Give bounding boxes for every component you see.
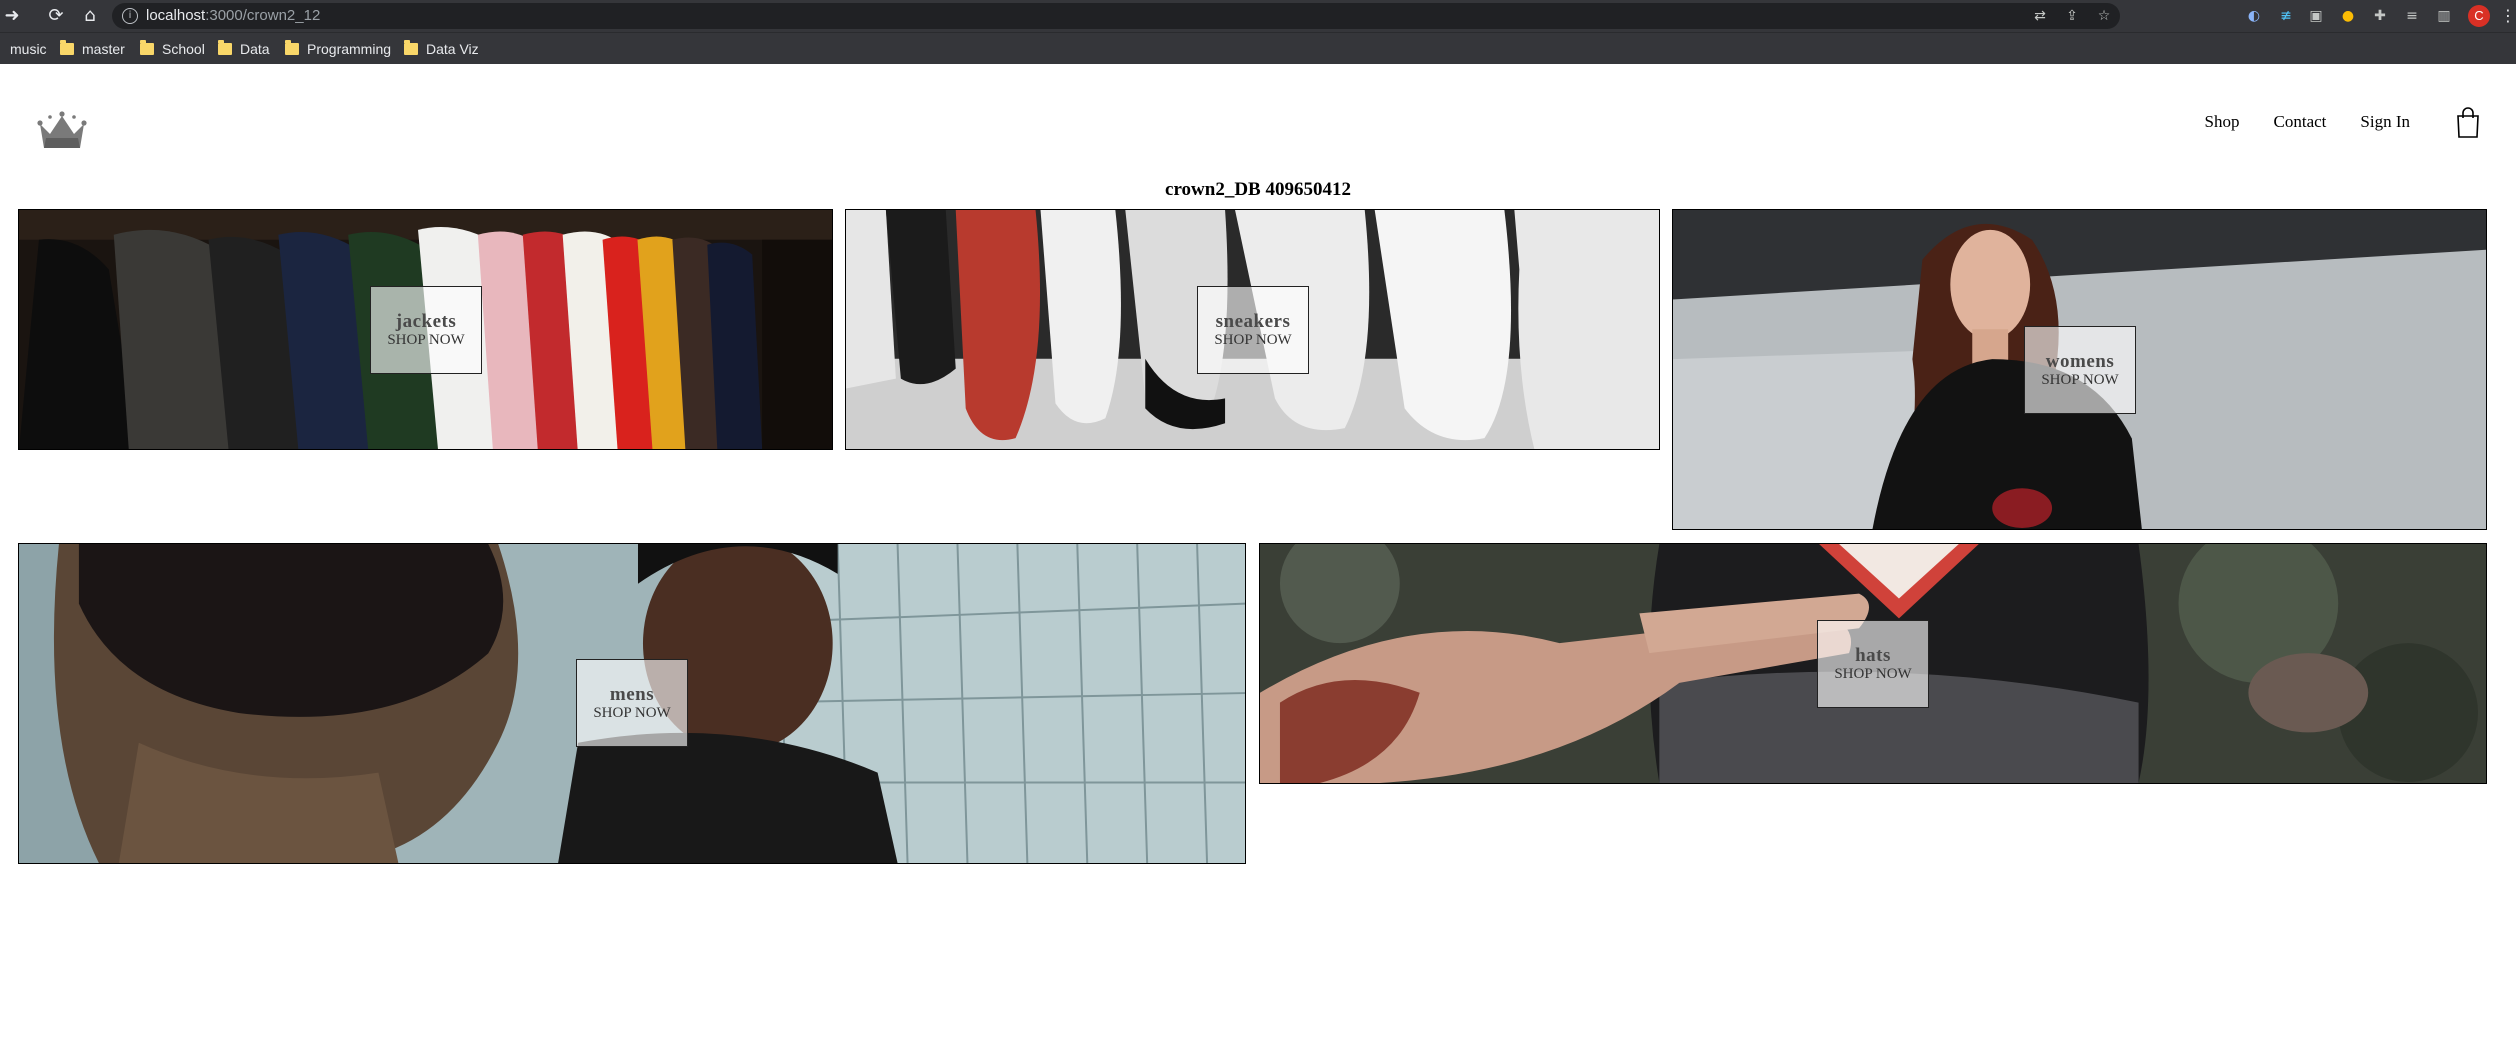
menu-item-content[interactable]: hats SHOP NOW bbox=[1817, 620, 1929, 708]
extension-icon[interactable]: ● bbox=[2338, 6, 2358, 26]
site-info-icon[interactable]: i bbox=[122, 8, 138, 24]
bookmark-master[interactable]: master bbox=[60, 40, 125, 58]
nav-shop-link[interactable]: Shop bbox=[2205, 112, 2240, 132]
menu-item-hats[interactable]: hats SHOP NOW bbox=[1259, 543, 2487, 784]
menu-item-title: sneakers bbox=[1215, 311, 1291, 332]
bookmark-data-viz[interactable]: Data Viz bbox=[404, 40, 479, 58]
menu-item-jackets[interactable]: jackets SHOP NOW bbox=[18, 209, 833, 450]
bookmark-programming[interactable]: Programming bbox=[285, 40, 391, 58]
share-icon[interactable]: ⇪ bbox=[2062, 6, 2082, 26]
bookmarks-bar: music master School Data Programming Dat… bbox=[0, 32, 2516, 64]
nav-contact-link[interactable]: Contact bbox=[2274, 112, 2327, 132]
shop-now-label: SHOP NOW bbox=[1834, 666, 1912, 682]
bookmark-school[interactable]: School bbox=[140, 40, 205, 58]
media-icon[interactable]: ≡ bbox=[2402, 6, 2422, 26]
crown-icon[interactable] bbox=[36, 108, 88, 152]
folder-icon bbox=[285, 40, 299, 55]
back-arrow-icon[interactable]: ➜ bbox=[0, 4, 24, 28]
nav-sign-in-link[interactable]: Sign In bbox=[2360, 112, 2410, 132]
menu-item-title: hats bbox=[1855, 645, 1891, 666]
extension-icon[interactable]: ◐ bbox=[2244, 6, 2264, 26]
menu-item-title: mens bbox=[609, 684, 655, 705]
address-bar[interactable]: i localhost:3000/crown2_12 ⇄ ⇪ ☆ bbox=[112, 3, 2120, 29]
menu-item-mens[interactable]: mens SHOP NOW bbox=[18, 543, 1246, 864]
folder-icon bbox=[140, 40, 154, 55]
menu-item-womens[interactable]: womens SHOP NOW bbox=[1672, 209, 2487, 530]
header-nav: Shop Contact Sign In bbox=[2205, 104, 2516, 140]
menu-item-content[interactable]: sneakers SHOP NOW bbox=[1197, 286, 1309, 374]
menu-item-content[interactable]: mens SHOP NOW bbox=[576, 659, 688, 747]
translate-icon[interactable]: ⇄ bbox=[2030, 6, 2050, 26]
extension-icon[interactable]: ▣ bbox=[2306, 6, 2326, 26]
star-icon[interactable]: ☆ bbox=[2094, 6, 2114, 26]
url-text: localhost:3000/crown2_12 bbox=[146, 7, 321, 24]
folder-icon bbox=[218, 40, 232, 55]
shop-now-label: SHOP NOW bbox=[387, 332, 465, 348]
menu-item-title: womens bbox=[2045, 351, 2115, 372]
side-panel-icon[interactable]: ▥ bbox=[2434, 6, 2454, 26]
folder-icon bbox=[60, 40, 74, 55]
profile-avatar[interactable]: C bbox=[2468, 5, 2490, 27]
more-menu-icon[interactable]: ⋮ bbox=[2500, 5, 2516, 27]
puzzle-icon[interactable]: ✚ bbox=[2370, 6, 2390, 26]
page-title: crown2_DB 409650412 bbox=[1165, 179, 1351, 200]
folder-icon bbox=[404, 40, 418, 55]
menu-item-title: jackets bbox=[395, 311, 457, 332]
reload-icon[interactable]: ⟳ bbox=[44, 4, 68, 28]
menu-item-content[interactable]: jackets SHOP NOW bbox=[370, 286, 482, 374]
browser-toolbar: ➜ ⟳ ⌂ i localhost:3000/crown2_12 ⇄ ⇪ ☆ ◐… bbox=[0, 0, 2516, 32]
shopping-bag-icon[interactable] bbox=[2450, 104, 2486, 140]
home-icon[interactable]: ⌂ bbox=[78, 4, 102, 28]
menu-item-content[interactable]: womens SHOP NOW bbox=[2024, 326, 2136, 414]
extension-icon[interactable]: ≢ bbox=[2276, 6, 2296, 26]
bookmark-music[interactable]: music bbox=[10, 40, 47, 58]
menu-item-sneakers[interactable]: sneakers SHOP NOW bbox=[845, 209, 1660, 450]
shop-now-label: SHOP NOW bbox=[2041, 372, 2119, 388]
shop-now-label: SHOP NOW bbox=[593, 705, 671, 721]
shop-now-label: SHOP NOW bbox=[1214, 332, 1292, 348]
bookmark-data[interactable]: Data bbox=[218, 40, 270, 58]
